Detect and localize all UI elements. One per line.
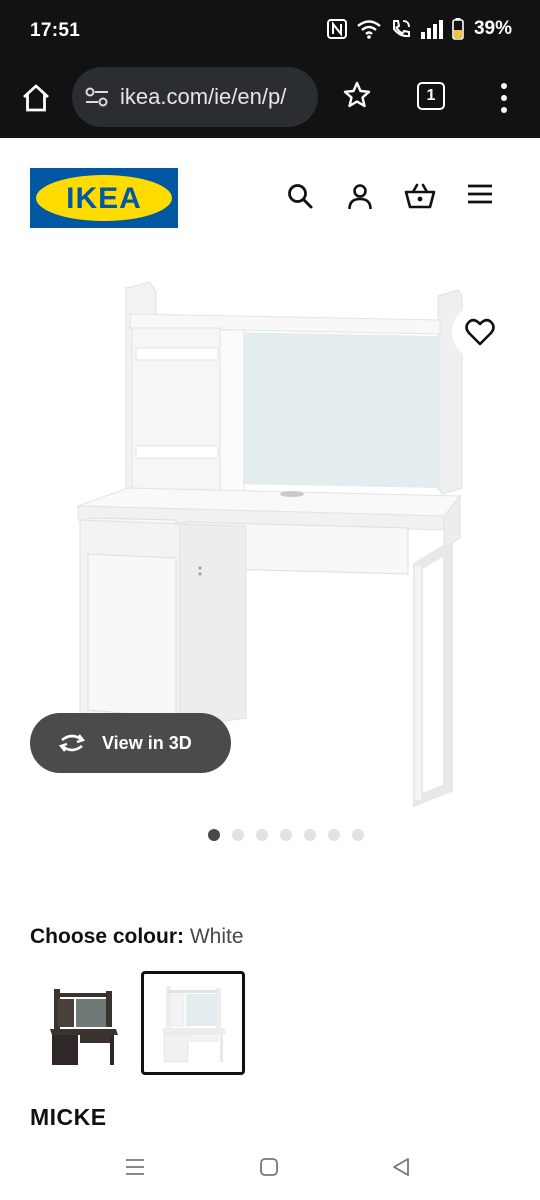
image-carousel-dots: [0, 829, 540, 841]
battery-icon: [452, 18, 464, 40]
tabs-button[interactable]: 1: [417, 82, 445, 110]
svg-text:IKEA: IKEA: [66, 182, 142, 215]
site-settings-icon[interactable]: [84, 85, 110, 114]
status-bar: 17:51 39%: [0, 0, 540, 62]
heart-icon: [465, 318, 495, 346]
nfc-icon: [326, 18, 348, 40]
carousel-dot[interactable]: [256, 829, 268, 841]
carousel-dot[interactable]: [232, 829, 244, 841]
signal-icon: [420, 19, 444, 39]
home-button[interactable]: [18, 80, 54, 116]
tab-count: 1: [426, 87, 436, 104]
bookmark-button[interactable]: [342, 80, 372, 115]
ikea-logo[interactable]: IKEA: [30, 168, 178, 233]
rotate-3d-icon: [58, 734, 86, 752]
url-text: ikea.com/ie/en/p/: [120, 84, 287, 109]
back-nav-icon[interactable]: [390, 1156, 412, 1183]
more-menu-icon: [501, 83, 507, 113]
battery-percent: 39%: [473, 18, 512, 39]
recent-apps-icon[interactable]: [124, 1156, 146, 1183]
selected-colour-value: White: [189, 925, 244, 948]
carousel-dot[interactable]: [352, 829, 364, 841]
choose-colour-label: Choose colour:: [30, 925, 185, 948]
status-time: 17:51: [30, 20, 81, 41]
carousel-dot[interactable]: [328, 829, 340, 841]
search-icon[interactable]: [286, 182, 314, 215]
home-nav-icon[interactable]: [258, 1156, 280, 1183]
browser-toolbar: ikea.com/ie/en/p/ 1: [0, 62, 540, 138]
account-icon[interactable]: [346, 182, 374, 215]
status-icons: 39%: [326, 18, 512, 40]
view-in-3d-label: View in 3D: [102, 732, 192, 753]
view-in-3d-button[interactable]: View in 3D: [30, 713, 231, 773]
address-bar[interactable]: ikea.com/ie/en/p/: [72, 67, 318, 127]
basket-icon[interactable]: [404, 182, 436, 215]
wifi-calling-icon: [390, 18, 412, 40]
favourite-button[interactable]: [452, 304, 508, 360]
site-header: IKEA: [0, 138, 540, 248]
colour-option-black-brown[interactable]: [30, 971, 134, 1075]
android-navigation-bar: [0, 1140, 540, 1200]
carousel-dot[interactable]: [280, 829, 292, 841]
more-menu-button[interactable]: [496, 80, 512, 116]
colour-option-white[interactable]: [141, 971, 245, 1075]
hamburger-menu-icon[interactable]: [467, 182, 493, 211]
product-name: MICKE: [30, 1104, 107, 1130]
carousel-dot[interactable]: [208, 829, 220, 841]
bookmark-star-icon: [343, 81, 371, 108]
wifi-icon: [356, 18, 382, 40]
carousel-dot[interactable]: [304, 829, 316, 841]
home-icon: [23, 84, 49, 112]
colour-chooser-label: Choose colour: White: [30, 925, 244, 949]
